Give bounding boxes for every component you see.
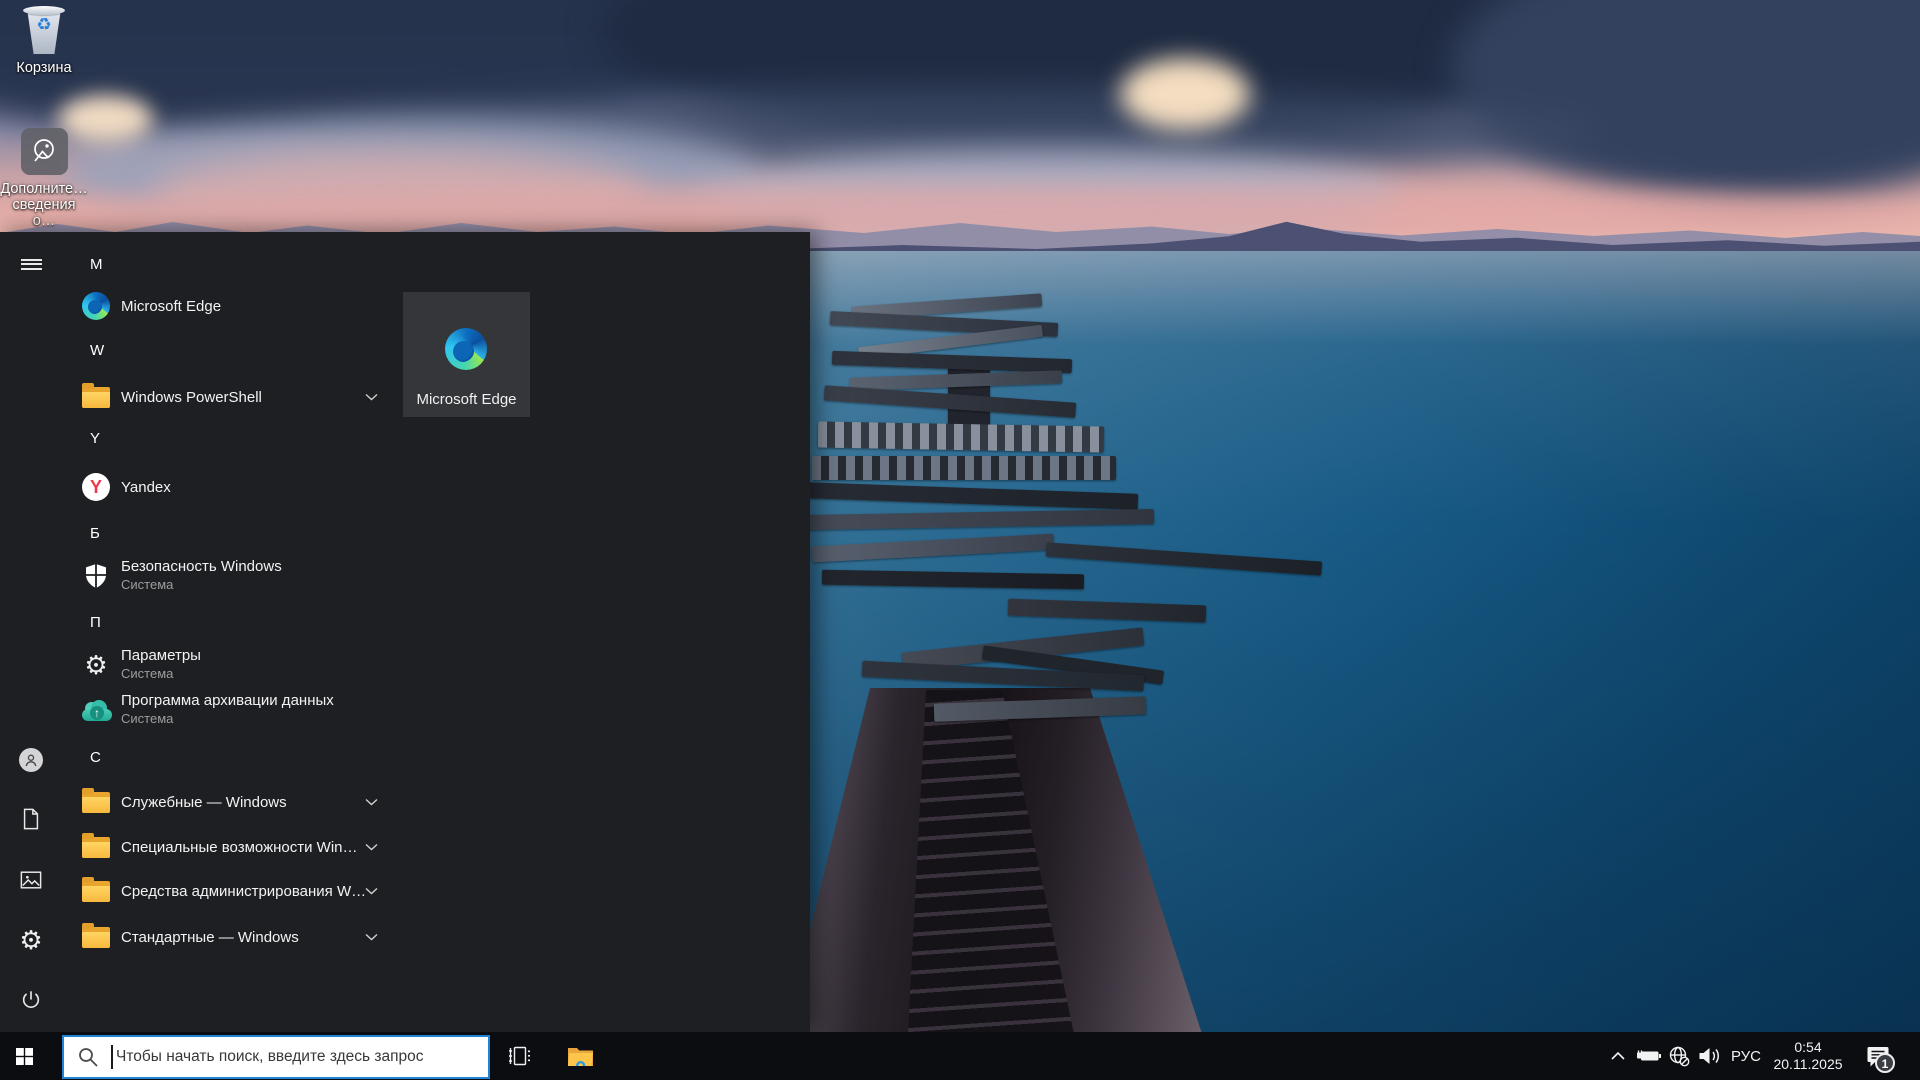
tray-date: 20.11.2025 [1773, 1056, 1842, 1073]
file-explorer-button[interactable] [556, 1032, 604, 1080]
hamburger-icon [21, 256, 42, 272]
power-icon [20, 989, 42, 1011]
chevron-up-icon [1611, 1052, 1625, 1060]
tray-volume-button[interactable] [1694, 1032, 1726, 1080]
power-button[interactable] [9, 978, 53, 1022]
battery-charging-icon [1636, 1048, 1662, 1064]
section-letter-b[interactable]: Б [90, 525, 130, 547]
windows-logo-icon [16, 1048, 33, 1065]
desktop-icon-label: сведения о… [0, 197, 88, 229]
app-item-microsoft-edge[interactable]: Microsoft Edge [82, 288, 394, 324]
tile-microsoft-edge[interactable]: Microsoft Edge [403, 292, 530, 417]
action-center-button[interactable]: 1 [1856, 1032, 1900, 1080]
pier-plank [812, 456, 1116, 480]
yandex-icon: Y [82, 473, 110, 501]
section-letter-m[interactable]: M [90, 256, 130, 278]
task-view-icon [508, 1046, 532, 1066]
settings-button[interactable]: ⚙ [9, 918, 53, 962]
app-item-backup[interactable]: ↑ Программа архивации данных Система [82, 688, 394, 732]
desktop-icon-info[interactable]: Дополните… сведения о… [0, 128, 88, 229]
app-item-yandex[interactable]: Y Yandex [82, 469, 394, 505]
gear-icon: ⚙ [19, 927, 42, 953]
chevron-down-icon [365, 843, 378, 851]
shield-icon [84, 563, 108, 589]
task-view-button[interactable] [496, 1032, 544, 1080]
folder-icon [82, 837, 110, 858]
broken-image-icon [21, 128, 68, 175]
app-item-accessories[interactable]: Стандартные — Windows [82, 919, 394, 955]
document-icon [21, 808, 41, 830]
app-item-accessibility[interactable]: Специальные возможности Win… [82, 829, 394, 865]
globe-no-internet-icon [1668, 1045, 1690, 1067]
taskbar-search[interactable] [62, 1035, 490, 1079]
folder-icon [82, 881, 110, 902]
folder-icon [82, 792, 110, 813]
chevron-down-icon [365, 933, 378, 941]
start-button[interactable] [0, 1032, 48, 1080]
taskbar: РУС 0:54 20.11.2025 1 [0, 1032, 1920, 1080]
tray-network-button[interactable] [1664, 1032, 1694, 1080]
app-item-service-tools[interactable]: Служебные — Windows [82, 784, 394, 820]
pictures-button[interactable] [9, 858, 53, 902]
expand-menu-button[interactable] [9, 242, 53, 286]
app-item-windows-security[interactable]: Безопасность Windows Система [82, 554, 394, 598]
tray-battery-button[interactable] [1634, 1032, 1664, 1080]
desktop-icon-recycle-bin[interactable]: ♻ Корзина [0, 6, 88, 76]
notification-count-badge: 1 [1875, 1053, 1895, 1073]
folder-icon [82, 927, 110, 948]
tray-language-indicator[interactable]: РУС [1726, 1032, 1766, 1080]
folder-icon [82, 387, 110, 408]
app-item-admin-tools[interactable]: Средства администрирования W… [82, 873, 394, 909]
edge-icon [445, 328, 487, 370]
pictures-icon [20, 870, 42, 890]
pier-plank [818, 422, 1104, 453]
desktop-icon-label: Дополните… [0, 181, 88, 197]
chevron-down-icon [365, 798, 378, 806]
cloud [1120, 58, 1250, 130]
account-icon [19, 748, 43, 772]
section-letter-s[interactable]: С [90, 749, 130, 771]
desktop-icon-label: Корзина [0, 60, 88, 76]
tray-clock[interactable]: 0:54 20.11.2025 [1766, 1032, 1850, 1080]
chevron-down-icon [365, 393, 378, 401]
speaker-icon [1698, 1047, 1722, 1065]
recycle-bin-icon: ♻ [23, 6, 65, 56]
app-item-settings[interactable]: ⚙ Параметры Система [82, 643, 394, 687]
start-menu: ⚙ M Microsoft Edge W Windows PowerShell … [0, 232, 810, 1032]
tray-show-hidden-icons-button[interactable] [1602, 1032, 1634, 1080]
file-explorer-icon [567, 1046, 594, 1067]
cloud-backup-icon: ↑ [82, 697, 110, 723]
section-letter-p[interactable]: П [90, 614, 130, 636]
account-button[interactable] [9, 738, 53, 782]
section-letter-w[interactable]: W [90, 342, 130, 364]
chevron-down-icon [365, 887, 378, 895]
gear-icon: ⚙ [84, 652, 107, 678]
section-letter-y[interactable]: Y [90, 430, 130, 452]
documents-button[interactable] [9, 797, 53, 841]
app-item-windows-powershell[interactable]: Windows PowerShell [82, 379, 394, 415]
edge-icon [82, 292, 110, 320]
screen: ♻ Корзина Дополните… сведения о… [0, 0, 1920, 1080]
search-input[interactable] [64, 1037, 488, 1077]
tray-time: 0:54 [1794, 1039, 1821, 1056]
